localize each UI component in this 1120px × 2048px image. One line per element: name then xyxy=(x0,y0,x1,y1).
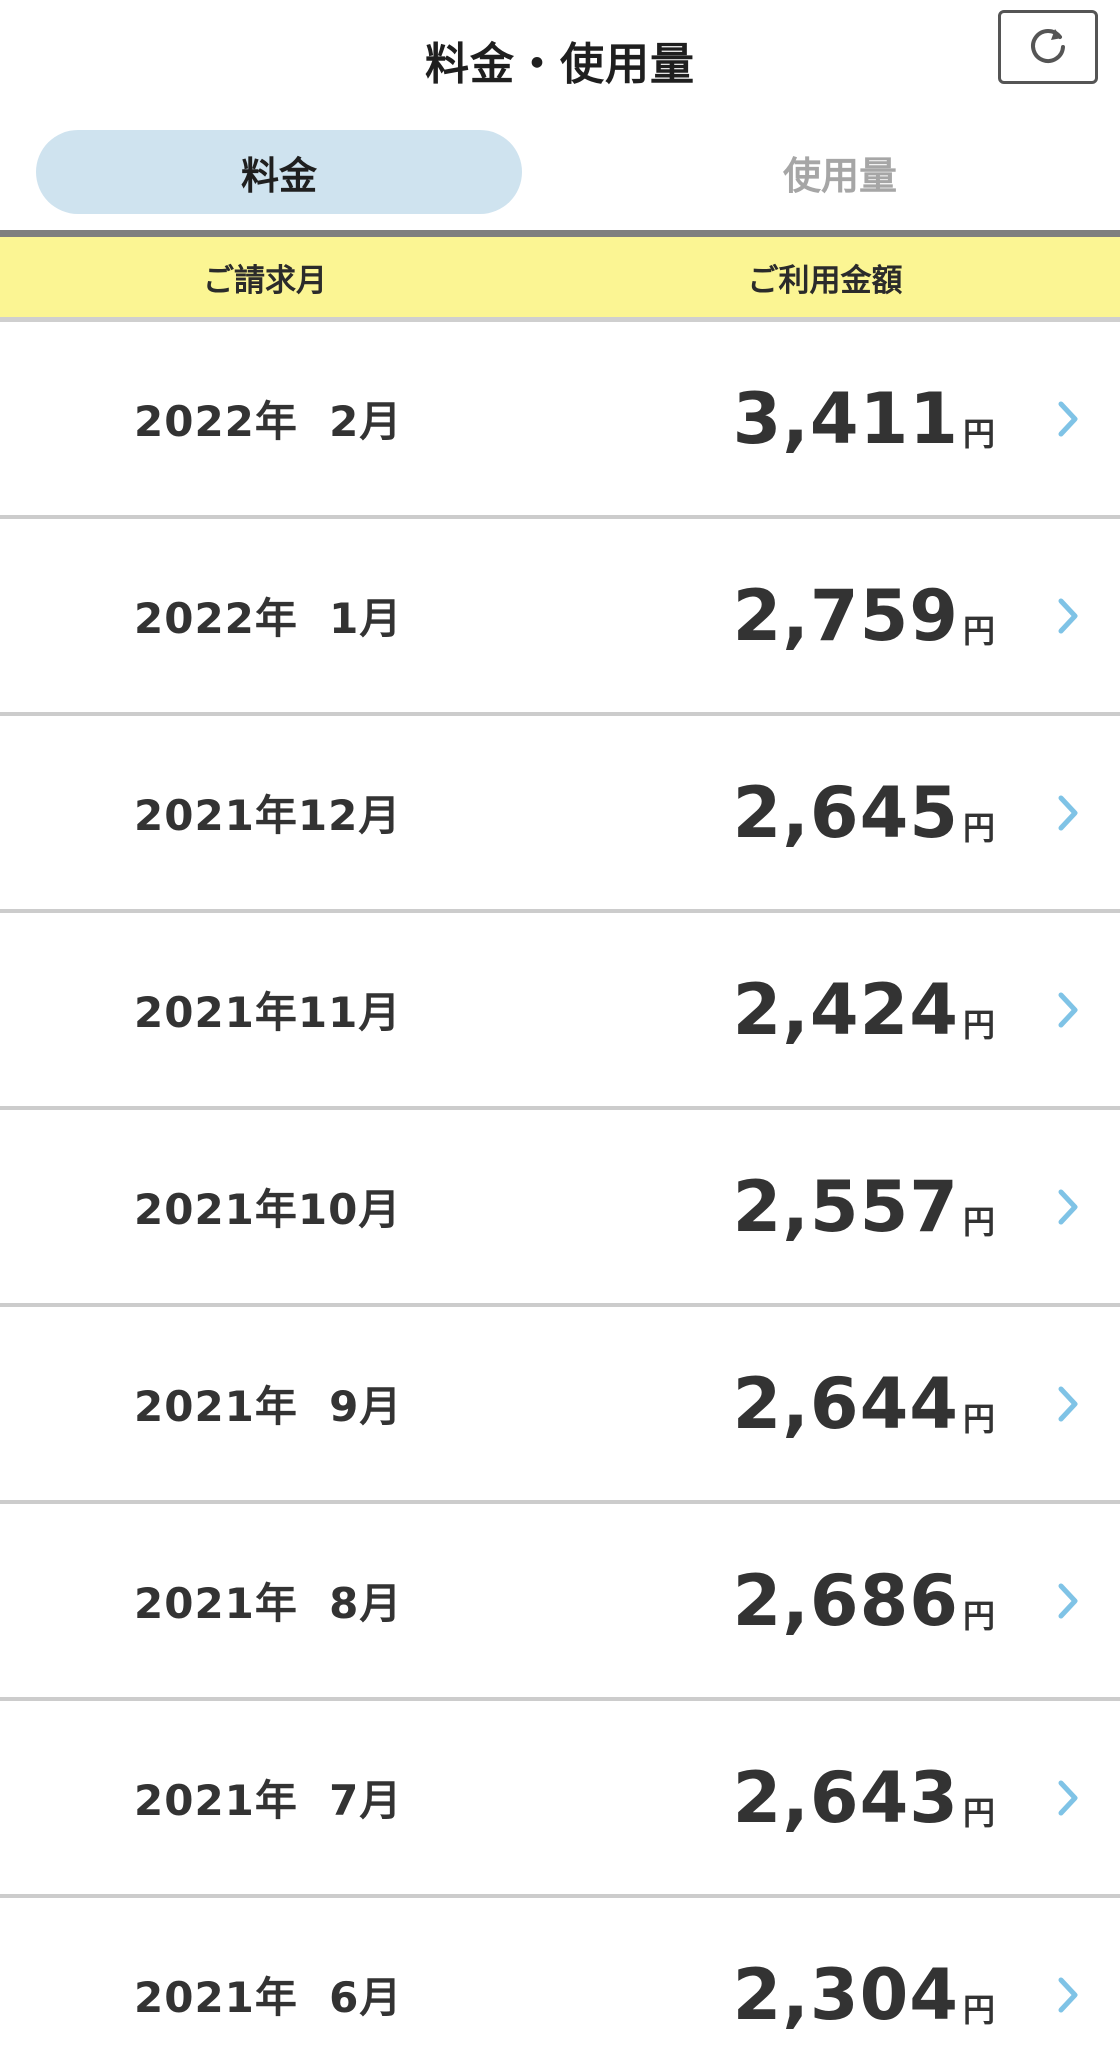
billing-amount: 2,643 円 xyxy=(733,1701,995,1894)
column-header-amount: ご利用金額 xyxy=(747,262,903,299)
billing-amount: 2,645 円 xyxy=(733,716,995,909)
billing-month: 2021年 9月 xyxy=(134,1382,403,1431)
amount-value: 2,645 xyxy=(732,771,959,854)
billing-amount: 2,644 円 xyxy=(733,1307,995,1500)
chevron-right-icon xyxy=(1056,1701,1080,1894)
billing-month: 2021年10月 xyxy=(134,1185,402,1234)
list-item[interactable]: 2021年11月 2,424 円 xyxy=(0,913,1120,1110)
tab-fee[interactable]: 料金 xyxy=(36,130,522,214)
chevron-right-icon xyxy=(1056,322,1080,515)
billing-month: 2021年12月 xyxy=(134,791,402,840)
currency-unit: 円 xyxy=(962,1399,995,1438)
column-header-billing-month: ご請求月 xyxy=(203,262,327,299)
table-header: ご請求月 ご利用金額 xyxy=(0,230,1120,322)
list-item[interactable]: 2021年 8月 2,686 円 xyxy=(0,1504,1120,1701)
amount-value: 2,304 xyxy=(732,1953,959,2036)
currency-unit: 円 xyxy=(962,808,995,847)
list-item[interactable]: 2021年 9月 2,644 円 xyxy=(0,1307,1120,1504)
billing-month: 2021年11月 xyxy=(134,988,402,1037)
refresh-icon xyxy=(1026,23,1070,71)
currency-unit: 円 xyxy=(962,1596,995,1635)
list-item[interactable]: 2022年 2月 3,411 円 xyxy=(0,322,1120,519)
billing-amount: 3,411 円 xyxy=(733,322,995,515)
chevron-right-icon xyxy=(1056,913,1080,1106)
chevron-right-icon xyxy=(1056,716,1080,909)
refresh-button[interactable] xyxy=(998,10,1098,84)
chevron-right-icon xyxy=(1056,1307,1080,1500)
billing-month: 2021年 7月 xyxy=(134,1776,403,1825)
list-item[interactable]: 2021年 7月 2,643 円 xyxy=(0,1701,1120,1898)
list-item[interactable]: 2021年12月 2,645 円 xyxy=(0,716,1120,913)
billing-amount: 2,686 円 xyxy=(733,1504,995,1697)
header-bar: 料金・使用量 xyxy=(0,0,1120,118)
tab-bar: 料金 使用量 xyxy=(0,118,1120,230)
page-title: 料金・使用量 xyxy=(425,39,695,90)
list-item[interactable]: 2021年 6月 2,304 円 xyxy=(0,1898,1120,2048)
currency-unit: 円 xyxy=(962,611,995,650)
tab-usage[interactable]: 使用量 xyxy=(600,130,1080,214)
amount-value: 2,424 xyxy=(732,968,959,1051)
billing-amount: 2,424 円 xyxy=(733,913,995,1106)
billing-amount: 2,304 円 xyxy=(733,1898,995,2048)
amount-value: 3,411 xyxy=(732,377,959,460)
chevron-right-icon xyxy=(1056,1110,1080,1303)
amount-value: 2,759 xyxy=(732,574,959,657)
billing-month: 2022年 1月 xyxy=(134,594,403,643)
list-item[interactable]: 2021年10月 2,557 円 xyxy=(0,1110,1120,1307)
currency-unit: 円 xyxy=(962,414,995,453)
currency-unit: 円 xyxy=(962,1202,995,1241)
billing-list: 2022年 2月 3,411 円 2022年 1月 2,759 円 2021年12月 2,64… xyxy=(0,322,1120,2048)
amount-value: 2,557 xyxy=(732,1165,959,1248)
chevron-right-icon xyxy=(1056,1504,1080,1697)
currency-unit: 円 xyxy=(962,1990,995,2029)
billing-month: 2021年 6月 xyxy=(134,1973,403,2022)
list-item[interactable]: 2022年 1月 2,759 円 xyxy=(0,519,1120,716)
chevron-right-icon xyxy=(1056,519,1080,712)
billing-amount: 2,557 円 xyxy=(733,1110,995,1303)
amount-value: 2,643 xyxy=(732,1756,959,1839)
billing-amount: 2,759 円 xyxy=(733,519,995,712)
chevron-right-icon xyxy=(1056,1898,1080,2048)
currency-unit: 円 xyxy=(962,1005,995,1044)
billing-month: 2022年 2月 xyxy=(134,397,403,446)
amount-value: 2,644 xyxy=(732,1362,959,1445)
currency-unit: 円 xyxy=(962,1793,995,1832)
billing-month: 2021年 8月 xyxy=(134,1579,403,1628)
amount-value: 2,686 xyxy=(732,1559,959,1642)
